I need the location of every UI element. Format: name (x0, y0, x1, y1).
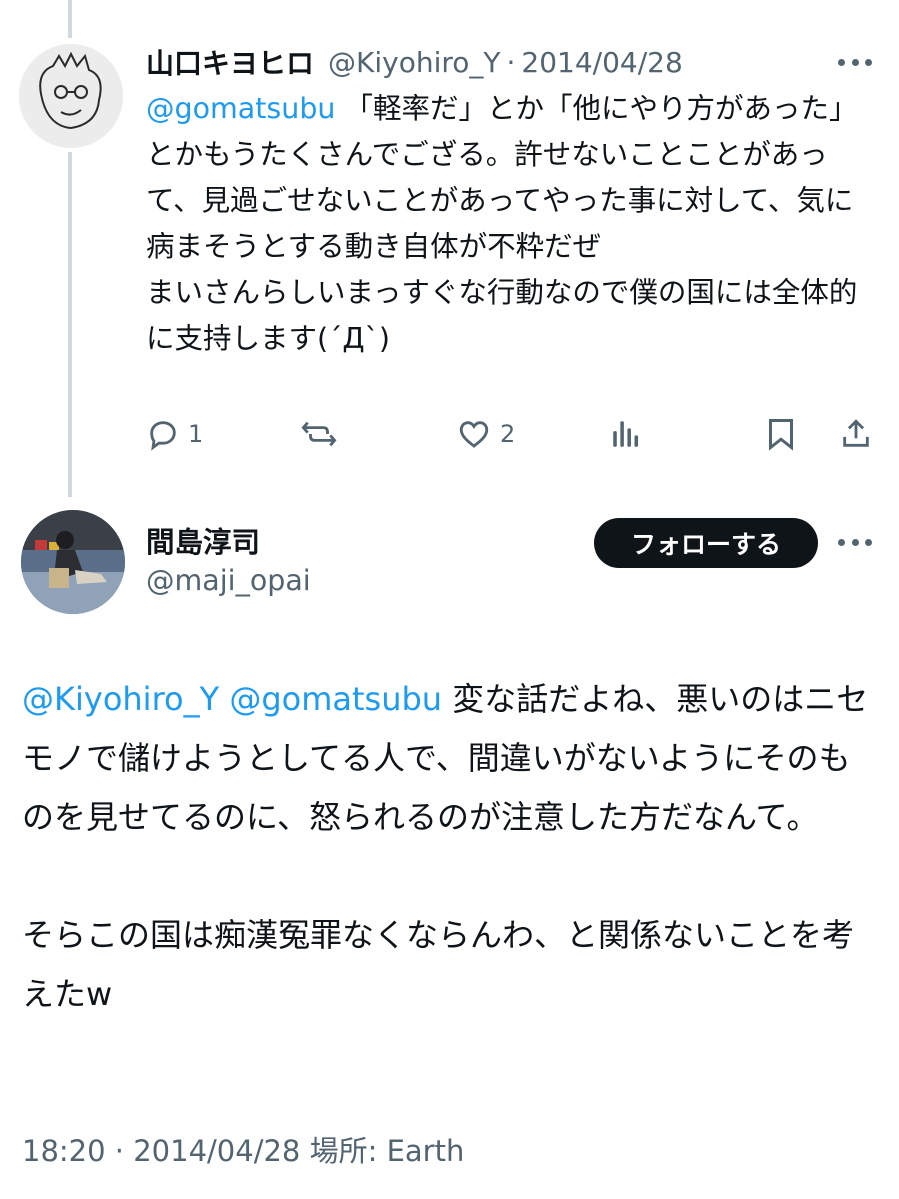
main-body: 変な話だよね、悪いのはニセモノで儲けようとしてる人で、間違いがないようにそのもの… (22, 680, 869, 1013)
thread-line-connector (68, 152, 72, 497)
reply-header: 山口キヨヒロ @Kiyohiro_Y · 2014/04/28 (146, 42, 683, 82)
follow-button[interactable]: フォローする (594, 518, 818, 568)
views-button[interactable] (610, 410, 642, 458)
reply-text: @gomatsubu 「軽率だ」とか「他にやり方があった」とかもうたくさんでござ… (146, 86, 876, 362)
like-button[interactable]: 2 (456, 410, 515, 458)
bookmark-button[interactable] (766, 410, 796, 458)
avatar-maji[interactable] (21, 510, 125, 614)
like-icon (456, 417, 492, 451)
action-bar: 1 2 (146, 410, 874, 458)
timestamp-location[interactable]: 18:20 · 2014/04/28 場所: Earth (22, 1128, 464, 1170)
reply-body: 「軽率だ」とか「他にやり方があった」とかもうたくさんでござる。許せないことことが… (146, 92, 858, 355)
more-dots-icon[interactable] (838, 52, 872, 72)
avatar[interactable] (19, 44, 123, 148)
views-icon (610, 417, 642, 451)
reply-icon (146, 417, 180, 451)
separator: · (506, 45, 516, 79)
reply-handle[interactable]: @Kiyohiro_Y (328, 46, 501, 79)
mention-links[interactable]: @Kiyohiro_Y @gomatsubu (22, 680, 442, 718)
share-button[interactable] (840, 410, 872, 458)
mention-link[interactable]: @gomatsubu (146, 92, 336, 125)
share-icon (840, 417, 872, 451)
retweet-icon (300, 417, 338, 451)
reply-date[interactable]: 2014/04/28 (521, 46, 682, 79)
main-tweet-text: @Kiyohiro_Y @gomatsubu 変な話だよね、悪いのはニセモノで儲… (22, 670, 872, 1024)
main-handle[interactable]: @maji_opai (146, 564, 311, 597)
bookmark-icon (766, 416, 796, 452)
reply-count: 1 (188, 420, 204, 448)
thread-line-top (68, 0, 72, 38)
retweet-button[interactable] (300, 410, 338, 458)
main-display-name[interactable]: 間島淳司 (146, 520, 260, 561)
reply-display-name[interactable]: 山口キヨヒロ (146, 42, 314, 82)
like-count: 2 (500, 420, 516, 448)
reply-button[interactable]: 1 (146, 410, 203, 458)
more-dots-icon[interactable] (838, 532, 872, 552)
